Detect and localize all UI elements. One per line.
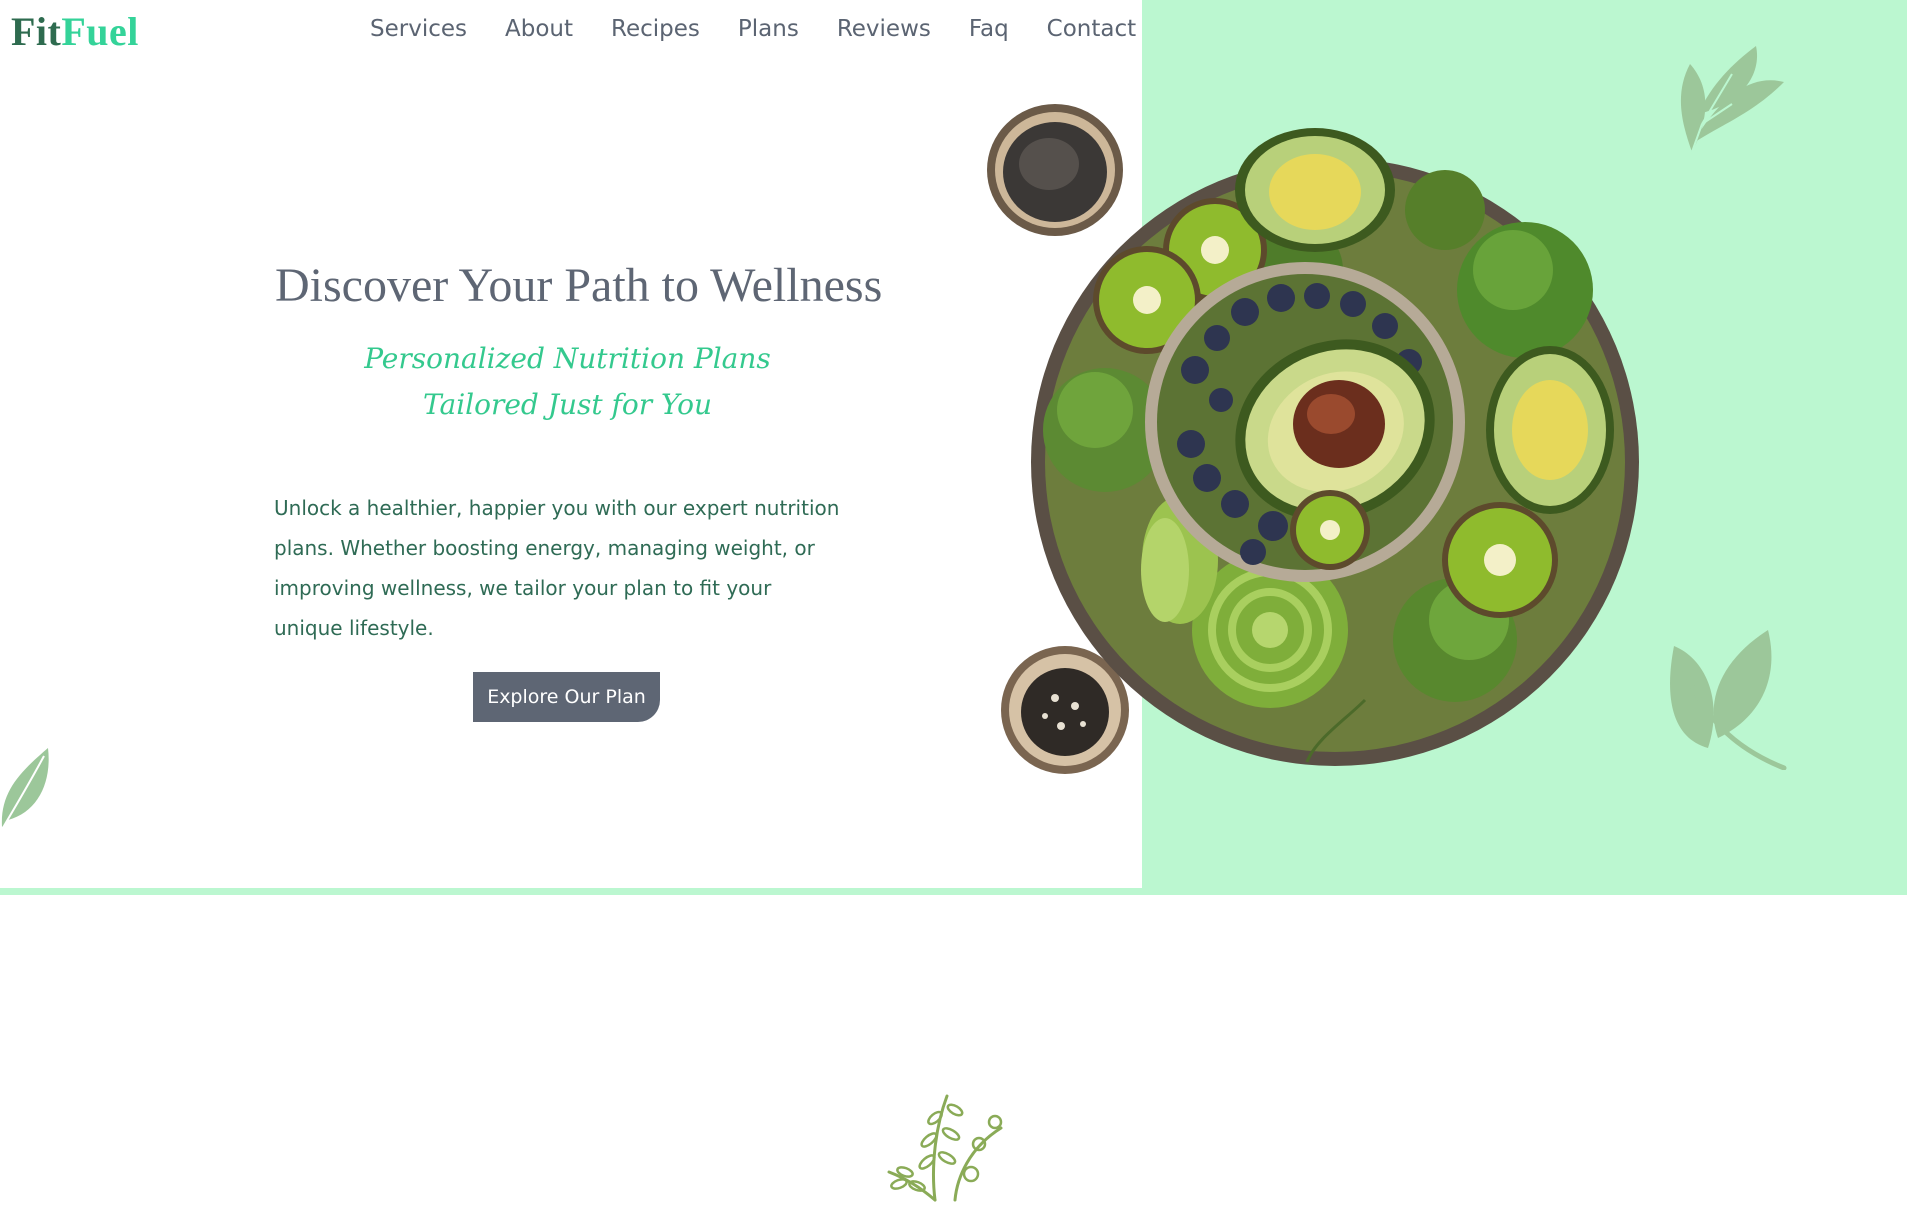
nav-about[interactable]: About xyxy=(505,16,573,42)
brand-logo[interactable]: FitFuel xyxy=(11,8,139,55)
hero-title: Discover Your Path to Wellness xyxy=(275,259,883,312)
chia-seed-bowl xyxy=(987,104,1123,236)
nav-reviews[interactable]: Reviews xyxy=(837,16,931,42)
brand-logo-part2: Fuel xyxy=(61,9,139,54)
hero-subtitle-line2: Tailored Just for You xyxy=(423,388,712,421)
nav-plans[interactable]: Plans xyxy=(738,16,799,42)
salad-bowl-illustration xyxy=(987,104,1639,774)
nav-services[interactable]: Services xyxy=(370,16,467,42)
leaf-icon xyxy=(1670,630,1787,770)
avocado-half xyxy=(1235,128,1395,252)
kiwi-slice xyxy=(1442,502,1558,618)
nav-recipes[interactable]: Recipes xyxy=(611,16,700,42)
hero-subtitle-line1: Personalized Nutrition Plans xyxy=(364,342,771,375)
brand-logo-part1: Fit xyxy=(11,9,62,54)
leaf-sprig-icon xyxy=(1680,46,1784,153)
kiwi-slice xyxy=(1290,490,1370,570)
main-nav: Services About Recipes Plans Reviews Faq… xyxy=(370,16,1136,42)
hero-description: Unlock a healthier, happier you with our… xyxy=(274,496,840,640)
explore-plan-button[interactable]: Explore Our Plan xyxy=(473,672,660,722)
inner-bowl xyxy=(1145,262,1465,582)
nav-contact[interactable]: Contact xyxy=(1047,16,1136,42)
nav-faq[interactable]: Faq xyxy=(969,16,1009,42)
herb-sprig-icon xyxy=(887,1094,1003,1202)
leaf-corner-icon xyxy=(1,748,49,827)
avocado-half xyxy=(1486,346,1614,514)
hero-subtitle: Personalized Nutrition Plans Tailored Ju… xyxy=(275,336,860,428)
section-divider xyxy=(0,888,1142,895)
